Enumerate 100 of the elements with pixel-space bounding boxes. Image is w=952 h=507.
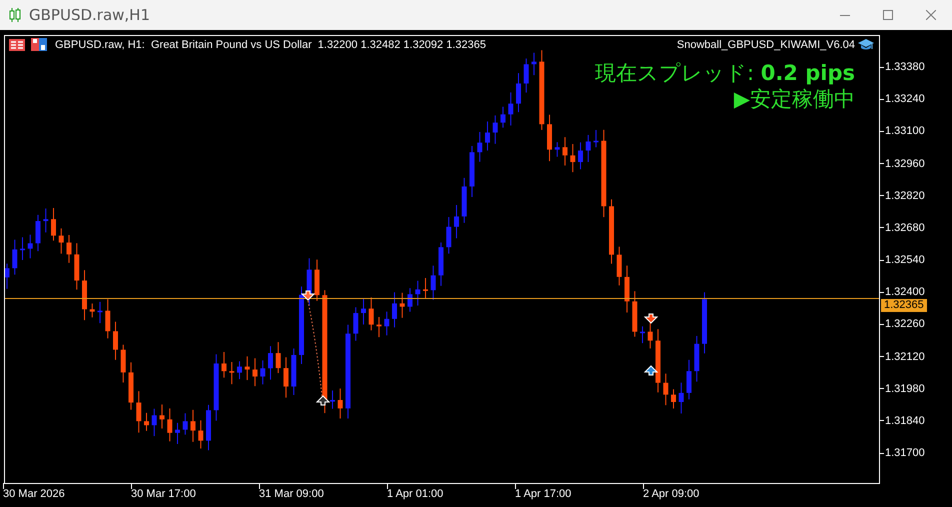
candle [423, 277, 428, 298]
price-tick-label: 1.32120 [885, 350, 925, 363]
candle [144, 412, 149, 432]
candle [252, 358, 258, 387]
candle [477, 131, 482, 162]
candle [702, 292, 707, 354]
candle [98, 301, 102, 324]
candle [152, 408, 157, 437]
floppy-icon[interactable] [31, 38, 47, 51]
price-tick-label: 1.33380 [885, 61, 925, 73]
candle [291, 348, 296, 396]
candle [128, 362, 134, 410]
candlestick-icon [9, 8, 21, 22]
candle [58, 228, 64, 254]
time-tick-label: 1 Apr 01:00 [387, 488, 444, 500]
candle [609, 198, 614, 264]
candle [500, 106, 506, 128]
candle [28, 234, 33, 259]
candle [82, 270, 87, 321]
time-tick-label: 1 Apr 17:00 [515, 488, 572, 500]
candle [237, 360, 242, 380]
price-tick-label: 1.32260 [885, 318, 925, 330]
candle [462, 177, 467, 224]
candle [214, 354, 219, 422]
candle [198, 420, 204, 449]
candle [616, 246, 622, 286]
candle [671, 388, 676, 409]
time-tick-label: 30 Mar 17:00 [131, 488, 196, 500]
candle [532, 52, 536, 76]
candle [492, 114, 498, 144]
candle [470, 146, 474, 198]
candle [578, 142, 583, 170]
candle [678, 382, 684, 414]
candle [160, 404, 164, 429]
candle [43, 208, 48, 233]
down-arrow-icon [644, 314, 658, 324]
candle [244, 356, 250, 381]
candle [222, 352, 226, 378]
ohlc-prices: 1.32200 1.32482 1.32092 1.32365 [318, 38, 486, 50]
maximize-icon [882, 10, 892, 20]
candle [175, 422, 180, 444]
candle [20, 236, 25, 260]
candle [260, 360, 266, 385]
candle [640, 326, 645, 344]
time-tick-label: 30 Mar 2026 [3, 488, 65, 500]
candle [694, 335, 700, 382]
down-arrow-icon [300, 290, 316, 301]
candle [686, 359, 692, 400]
candle [113, 321, 118, 360]
candle [547, 114, 552, 162]
candle [508, 92, 514, 126]
candle [648, 322, 653, 349]
candle [12, 239, 18, 276]
candle [276, 342, 281, 374]
minimize-icon [840, 15, 850, 16]
candle [384, 311, 390, 336]
graduation-cap-icon[interactable] [858, 39, 874, 51]
candle [562, 136, 568, 166]
candle [624, 265, 630, 313]
candle [656, 328, 660, 393]
candle [74, 242, 80, 290]
candle [361, 298, 366, 325]
candle [632, 290, 638, 338]
candle [5, 263, 10, 290]
candle [268, 346, 273, 380]
candle [190, 409, 196, 442]
candle [446, 216, 452, 254]
candle [284, 356, 288, 398]
price-tick-label: 1.31840 [885, 414, 925, 427]
candle [136, 390, 142, 434]
candle [353, 306, 358, 342]
price-tick-label: 1.31700 [885, 447, 925, 460]
spread-text: 現在スプレッド: 0.2 pips [594, 60, 855, 86]
candle [454, 204, 459, 239]
candle [206, 404, 211, 451]
candle [408, 288, 412, 312]
candle [594, 129, 598, 148]
candle [570, 144, 576, 173]
price-tick-label: 1.31980 [885, 382, 925, 395]
candle [516, 72, 521, 113]
time-tick-label: 31 Mar 09:00 [259, 488, 324, 500]
candle [314, 259, 320, 302]
candle [586, 134, 591, 162]
price-tick-label: 1.32540 [885, 254, 925, 266]
price-tick-label: 1.32400 [885, 286, 925, 298]
price-tick-label: 1.33100 [885, 125, 925, 138]
window-title: GBPUSD.raw,H1 [29, 6, 150, 24]
candle [330, 390, 335, 410]
up-arrow-icon [644, 365, 658, 376]
price-tick-label: 1.33240 [885, 93, 925, 106]
candle [554, 142, 560, 158]
candle [51, 208, 56, 242]
candle [376, 316, 382, 338]
up-arrow-icon [316, 395, 330, 406]
candle [400, 292, 405, 318]
expert-advisor-name: Snowball_GBPUSD_KIWAMI_V6.04 [676, 39, 855, 51]
chart-symbol-description: GBPUSD.raw, H1: Great Britain Pound vs US Dollar [55, 38, 312, 50]
grid-icon[interactable] [9, 38, 25, 50]
candle [90, 303, 95, 318]
current-price-label: 1.32365 [881, 299, 927, 312]
